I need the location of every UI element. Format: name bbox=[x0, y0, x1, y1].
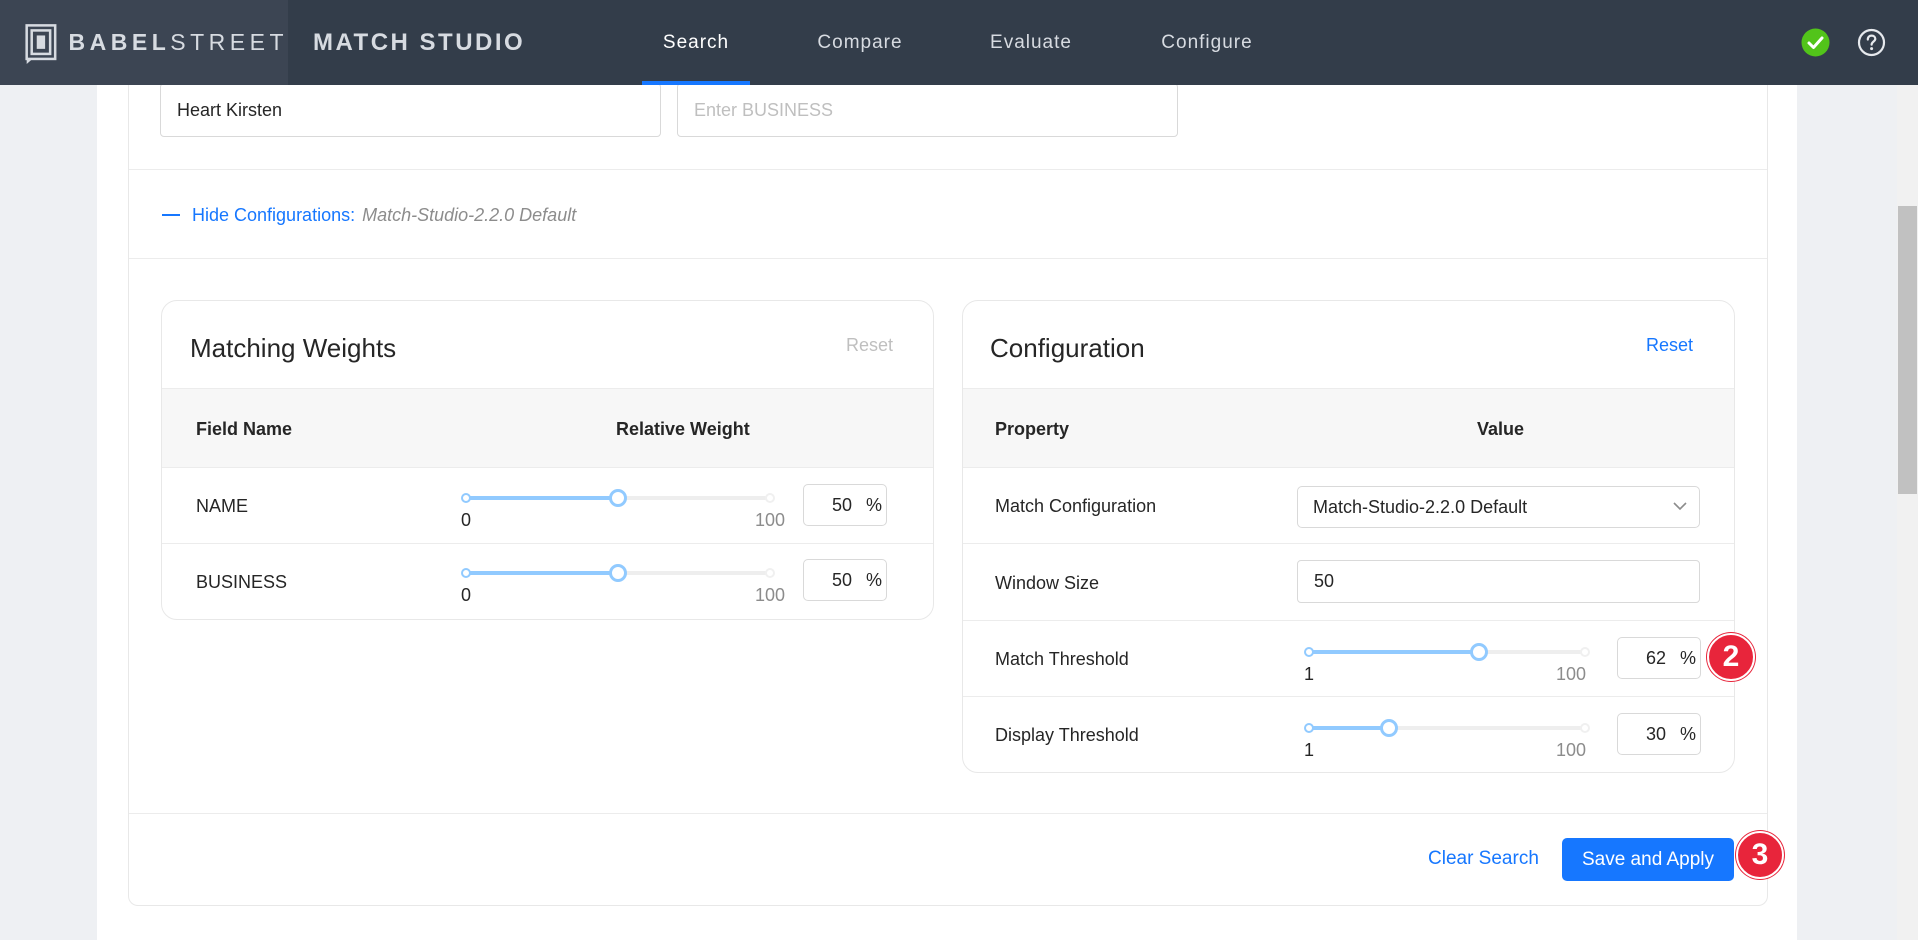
slider-max-dot bbox=[765, 493, 775, 503]
config-row-match-threshold: Match Threshold 1 100 62 % bbox=[963, 621, 1734, 697]
match-configuration-select[interactable]: Match-Studio-2.2.0 Default bbox=[1297, 486, 1700, 528]
column-header-relative-weight: Relative Weight bbox=[616, 419, 750, 439]
weight-row-name: NAME 0 100 50 % bbox=[162, 468, 933, 544]
property-label: Display Threshold bbox=[995, 725, 1139, 745]
divider bbox=[129, 813, 1767, 814]
clear-search-button[interactable]: Clear Search bbox=[1428, 848, 1539, 870]
slider-handle[interactable] bbox=[1380, 719, 1398, 737]
nav-tab-compare[interactable]: Compare bbox=[800, 0, 920, 85]
display-threshold-input[interactable]: 30 % bbox=[1617, 713, 1701, 755]
matching-weights-reset-button[interactable]: Reset bbox=[846, 335, 893, 356]
slider-handle[interactable] bbox=[609, 489, 627, 507]
hide-configurations-label: Hide Configurations: bbox=[192, 205, 356, 225]
column-header-property: Property bbox=[995, 419, 1070, 439]
save-and-apply-button[interactable]: Save and Apply bbox=[1562, 838, 1734, 881]
nav-tab-configure[interactable]: Configure bbox=[1148, 0, 1266, 85]
matching-weights-panel: Matching Weights Reset Field Name Relati… bbox=[161, 300, 934, 620]
weight-row-business: BUSINESS 0 100 50 % bbox=[162, 544, 933, 619]
configuration-reset-button[interactable]: Reset bbox=[1646, 335, 1693, 356]
display-threshold-slider[interactable]: 1 100 bbox=[1304, 718, 1590, 760]
slider-max-label: 100 bbox=[1555, 740, 1587, 760]
slider-handle[interactable] bbox=[609, 564, 627, 582]
step-badge-2: 2 bbox=[1707, 633, 1755, 681]
check-circle-icon bbox=[1801, 28, 1830, 57]
slider-min-dot bbox=[461, 568, 471, 578]
step-badge-3: 3 bbox=[1736, 831, 1784, 879]
business-weight-slider[interactable]: 0 100 bbox=[461, 563, 785, 605]
name-field[interactable] bbox=[160, 83, 661, 137]
slider-handle[interactable] bbox=[1470, 643, 1488, 661]
slider-max-label: 100 bbox=[754, 510, 786, 530]
babelstreet-logo-icon bbox=[25, 23, 57, 64]
slider-max-dot bbox=[1580, 647, 1590, 657]
slider-max-dot bbox=[765, 568, 775, 578]
window-size-input[interactable] bbox=[1297, 560, 1700, 603]
question-circle-icon[interactable] bbox=[1857, 28, 1886, 57]
field-name-label: BUSINESS bbox=[196, 572, 288, 592]
config-row-display-threshold: Display Threshold 1 100 30 % bbox=[963, 697, 1734, 772]
match-configuration-selected: Match-Studio-2.2.0 Default bbox=[1313, 497, 1528, 517]
hide-configurations-toggle[interactable]: Hide Configurations: Match-Studio-2.2.0 … bbox=[162, 200, 576, 230]
divider bbox=[129, 258, 1767, 259]
minus-icon bbox=[162, 214, 180, 216]
slider-max-label: 100 bbox=[1555, 664, 1587, 684]
slider-min-dot bbox=[1304, 723, 1314, 733]
configuration-title: Configuration bbox=[990, 333, 1145, 363]
nav-tab-search[interactable]: Search bbox=[642, 0, 750, 85]
match-threshold-slider[interactable]: 1 100 bbox=[1304, 642, 1590, 684]
brand[interactable]: BABELSTREET bbox=[0, 0, 288, 85]
match-threshold-input[interactable]: 62 % bbox=[1617, 637, 1701, 679]
slider-min-label: 0 bbox=[460, 510, 472, 530]
slider-min-label: 1 bbox=[1303, 664, 1315, 684]
property-label: Match Configuration bbox=[995, 496, 1157, 516]
brand-name: BABELSTREET bbox=[68, 29, 288, 55]
slider-min-dot bbox=[461, 493, 471, 503]
name-weight-input[interactable]: 50 % bbox=[803, 484, 887, 526]
name-weight-slider[interactable]: 0 100 bbox=[461, 488, 785, 530]
business-weight-input[interactable]: 50 % bbox=[803, 559, 887, 601]
business-field[interactable] bbox=[677, 83, 1178, 137]
nav-tab-evaluate[interactable]: Evaluate bbox=[976, 0, 1086, 85]
configuration-panel: Configuration Reset Property Value Match… bbox=[962, 300, 1735, 773]
slider-min-label: 1 bbox=[1303, 740, 1315, 760]
field-name-label: NAME bbox=[196, 496, 249, 516]
slider-max-label: 100 bbox=[754, 585, 786, 605]
column-header-field-name: Field Name bbox=[196, 419, 293, 439]
matching-weights-title: Matching Weights bbox=[190, 333, 397, 363]
page-scrollbar-thumb[interactable] bbox=[1898, 206, 1917, 494]
chevron-down-icon bbox=[1673, 502, 1687, 511]
property-label: Match Threshold bbox=[995, 649, 1129, 669]
table-header: Property Value bbox=[963, 388, 1734, 468]
slider-min-dot bbox=[1304, 647, 1314, 657]
current-config-name: Match-Studio-2.2.0 Default bbox=[362, 205, 577, 225]
slider-max-dot bbox=[1580, 723, 1590, 733]
property-label: Window Size bbox=[995, 573, 1100, 593]
top-navigation-bar: BABELSTREET MATCH STUDIO Search Compare … bbox=[0, 0, 1918, 85]
table-header: Field Name Relative Weight bbox=[162, 388, 933, 468]
column-header-value: Value bbox=[1477, 419, 1525, 439]
app-title: MATCH STUDIO bbox=[313, 29, 526, 56]
slider-min-label: 0 bbox=[460, 585, 472, 605]
divider bbox=[129, 169, 1767, 170]
